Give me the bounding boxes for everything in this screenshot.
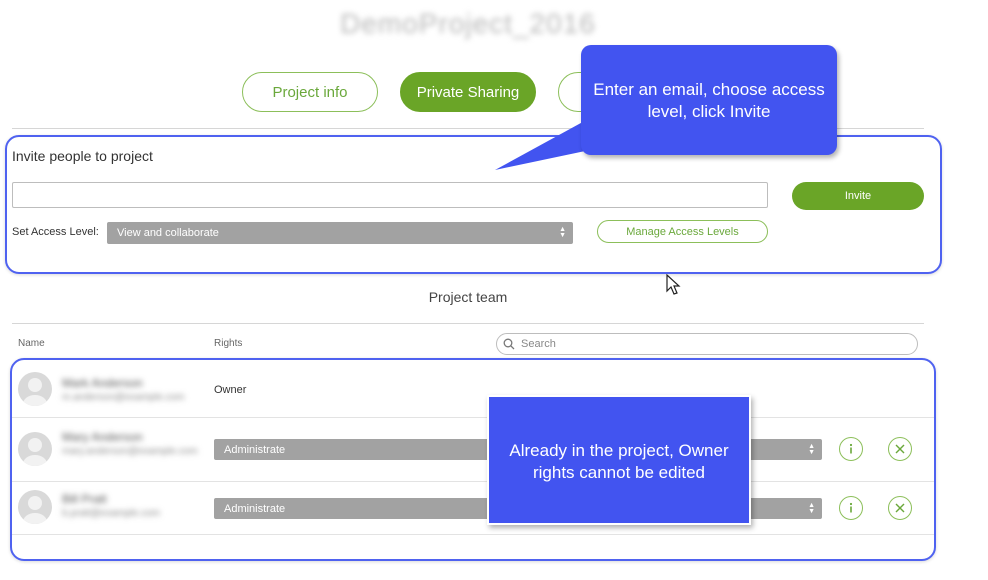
- select-arrows-icon: ▲ ▼: [559, 226, 566, 239]
- column-header-rights: Rights: [214, 338, 243, 349]
- member-email: m.anderson@example.com: [62, 392, 185, 403]
- member-rights-value: Administrate: [224, 443, 286, 456]
- member-rights-owner: Owner: [214, 384, 247, 396]
- tab-project-info[interactable]: Project info: [242, 72, 378, 112]
- access-level-value: View and collaborate: [117, 227, 219, 239]
- callout-invite-hint: Enter an email, choose access level, cli…: [581, 45, 837, 155]
- user-silhouette-icon: [23, 496, 47, 524]
- member-rights-value: Administrate: [224, 502, 286, 515]
- user-silhouette-icon: [23, 438, 47, 466]
- column-header-name: Name: [18, 338, 45, 349]
- team-search-box[interactable]: [496, 333, 918, 355]
- avatar: [18, 372, 52, 406]
- invite-section-title: Invite people to project: [12, 148, 153, 164]
- invite-button[interactable]: Invite: [792, 182, 924, 210]
- info-icon[interactable]: [839, 437, 863, 461]
- tab-project-info-label: Project info: [272, 83, 348, 101]
- remove-icon[interactable]: [888, 437, 912, 461]
- search-icon: [503, 338, 515, 350]
- invite-email-input[interactable]: [12, 182, 768, 208]
- avatar: [18, 432, 52, 466]
- team-search-input[interactable]: [519, 337, 903, 351]
- member-name: Bill Pratt: [62, 492, 107, 506]
- invite-button-label: Invite: [844, 190, 872, 202]
- select-arrows-icon: ▲ ▼: [808, 442, 815, 456]
- member-email: b.pratt@example.com: [62, 508, 160, 519]
- remove-icon[interactable]: [888, 496, 912, 520]
- tab-private-sharing-label: Private Sharing: [416, 83, 520, 101]
- avatar: [18, 490, 52, 524]
- member-name: Mary Anderson: [62, 430, 143, 444]
- row-divider: [12, 534, 934, 535]
- table-row: Mark Anderson m.anderson@example.com: [12, 364, 934, 416]
- project-team-title: Project team: [428, 289, 508, 305]
- manage-access-levels-button[interactable]: Manage Access Levels: [597, 220, 768, 243]
- divider-team: [12, 323, 924, 324]
- callout-owner-hint: Already in the project, Owner rights can…: [487, 395, 751, 525]
- select-arrows-icon: ▲ ▼: [808, 501, 815, 515]
- project-title: DemoProject_2016: [340, 8, 596, 39]
- member-name: Mark Anderson: [62, 376, 143, 390]
- manage-access-levels-label: Manage Access Levels: [626, 225, 739, 238]
- tab-private-sharing[interactable]: Private Sharing: [400, 72, 536, 112]
- user-silhouette-icon: [23, 378, 47, 406]
- access-level-label: Set Access Level:: [12, 226, 99, 238]
- access-level-select[interactable]: View and collaborate ▲ ▼: [107, 222, 573, 244]
- info-icon[interactable]: [839, 496, 863, 520]
- member-email: mary.anderson@example.com: [62, 446, 198, 457]
